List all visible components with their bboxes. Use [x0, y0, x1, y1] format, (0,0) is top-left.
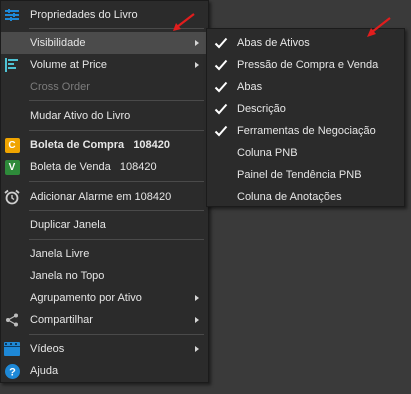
submenu-item-label: Painel de Tendência PNB [237, 169, 362, 181]
sliders-icon [4, 7, 20, 23]
menu-item-label: Boleta de Compra [30, 139, 125, 151]
context-menu: Propriedades do Livro Visibilidade Volum… [0, 0, 209, 383]
submenu-item-label: Coluna de Anotações [237, 191, 342, 203]
menu-item-videos[interactable]: Vídeos [1, 338, 208, 360]
submenu-item-pnb-column[interactable]: Coluna PNB [207, 142, 404, 164]
menu-item-label: Ajuda [30, 365, 59, 377]
chevron-right-icon [195, 346, 199, 352]
submenu-item-label: Ferramentas de Negociação [237, 125, 376, 137]
menu-item-label: Agrupamento por Ativo [30, 292, 142, 304]
menu-item-label: Vídeos [30, 343, 65, 355]
menu-item-value: 108420 [133, 139, 171, 151]
menu-item-label: Compartilhar [30, 314, 93, 326]
checkmark-icon [214, 103, 228, 115]
separator [29, 210, 204, 211]
chevron-right-icon [195, 295, 199, 301]
sell-badge-icon: V [4, 159, 20, 175]
submenu-item-label: Pressão de Compra e Venda [237, 59, 379, 71]
separator [29, 100, 204, 101]
menu-item-label: Volume at Price [30, 59, 108, 71]
menu-item-sell-ticket[interactable]: V Boleta de Venda 108420 [1, 156, 208, 178]
menu-item-label: Cross Order [30, 81, 90, 93]
chevron-right-icon [195, 40, 199, 46]
menu-item-free-window[interactable]: Janela Livre [1, 243, 208, 265]
submenu-item-label: Descrição [237, 103, 286, 115]
menu-item-label: Adicionar Alarme em 108420 [30, 191, 172, 203]
share-icon [4, 312, 20, 328]
help-icon: ? [4, 363, 20, 379]
chevron-right-icon [195, 62, 199, 68]
menu-item-change-asset[interactable]: Mudar Ativo do Livro [1, 105, 208, 127]
menu-item-volume-at-price[interactable]: Volume at Price [1, 54, 208, 76]
menu-item-duplicate-window[interactable]: Duplicar Janela [1, 214, 208, 236]
submenu-item-trading-tools[interactable]: Ferramentas de Negociação [207, 120, 404, 142]
menu-item-help[interactable]: ? Ajuda [1, 360, 208, 382]
menu-item-visibility[interactable]: Visibilidade [1, 32, 208, 54]
submenu-item-label: Coluna PNB [237, 147, 298, 159]
chevron-right-icon [195, 317, 199, 323]
checkmark-icon [214, 125, 228, 137]
separator [29, 181, 204, 182]
menu-item-label: Duplicar Janela [30, 219, 106, 231]
separator [29, 239, 204, 240]
checkmark-icon [214, 37, 228, 49]
separator [29, 334, 204, 335]
submenu-item-notes-column[interactable]: Coluna de Anotações [207, 186, 404, 208]
video-icon [4, 341, 20, 357]
menu-item-label: Boleta de Venda [30, 161, 111, 173]
annotation-arrow-icon [367, 17, 391, 37]
menu-item-label: Propriedades do Livro [30, 9, 138, 21]
submenu-item-tabs[interactable]: Abas [207, 76, 404, 98]
menu-item-value: 108420 [119, 161, 157, 173]
alarm-clock-icon [4, 189, 20, 205]
submenu-item-buy-sell-pressure[interactable]: Pressão de Compra e Venda [207, 54, 404, 76]
menu-item-add-alarm[interactable]: Adicionar Alarme em 108420 [1, 186, 208, 208]
submenu-item-pnb-trend-panel[interactable]: Painel de Tendência PNB [207, 164, 404, 186]
separator [29, 130, 204, 131]
menu-item-share[interactable]: Compartilhar [1, 309, 208, 331]
volume-at-price-icon [4, 57, 20, 73]
menu-item-label: Mudar Ativo do Livro [30, 110, 131, 122]
menu-item-buy-ticket[interactable]: C Boleta de Compra 108420 [1, 134, 208, 156]
menu-item-label: Visibilidade [30, 37, 86, 49]
submenu-item-description[interactable]: Descrição [207, 98, 404, 120]
menu-item-label: Janela Livre [30, 248, 90, 260]
submenu-item-label: Abas [237, 81, 263, 93]
menu-item-window-on-top[interactable]: Janela no Topo [1, 265, 208, 287]
menu-item-cross-order: Cross Order [1, 76, 208, 98]
buy-badge-icon: C [4, 137, 20, 153]
checkmark-icon [214, 59, 228, 71]
svg-text:?: ? [9, 366, 16, 378]
submenu-item-label: Abas de Ativos [237, 37, 310, 49]
checkmark-icon [214, 81, 228, 93]
visibility-submenu: Abas de Ativos Pressão de Compra e Venda… [206, 28, 405, 207]
menu-item-label: Janela no Topo [30, 270, 105, 282]
annotation-arrow-icon [173, 13, 195, 31]
menu-item-group-by-asset[interactable]: Agrupamento por Ativo [1, 287, 208, 309]
